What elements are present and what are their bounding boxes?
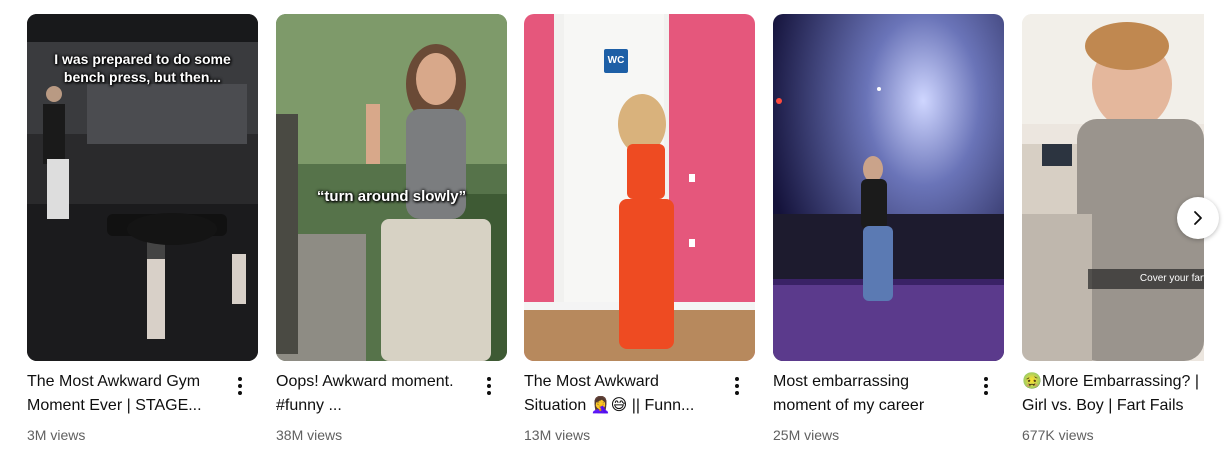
view-count: 38M views [276, 427, 343, 443]
thumbnail-image [524, 14, 755, 361]
short-title[interactable]: Oops! Awkward moment. #funny ... [276, 370, 472, 418]
thumbnail-caption: Cover your farts [1088, 269, 1204, 289]
more-vert-icon[interactable] [974, 372, 998, 400]
short-thumbnail[interactable]: WC [524, 14, 755, 361]
short-title[interactable]: The Most Awkward Situation 🤦‍♀️😅 || Funn… [524, 370, 720, 418]
short-thumbnail[interactable] [773, 14, 1004, 361]
short-card[interactable]: WC The Most Awkward Situation 🤦‍♀️😅 || F… [524, 14, 755, 450]
chevron-right-icon [1194, 211, 1202, 225]
short-card[interactable]: Most embarrassing moment of my career 25… [773, 14, 1004, 450]
view-count: 3M views [27, 427, 86, 443]
next-button[interactable] [1177, 197, 1219, 239]
more-vert-icon[interactable] [228, 372, 252, 400]
short-info: The Most Awkward Situation 🤦‍♀️😅 || Funn… [524, 370, 755, 450]
thumbnail-image [773, 14, 1004, 361]
short-info: Oops! Awkward moment. #funny ... 38M vie… [276, 370, 507, 450]
short-thumbnail[interactable]: Cover your farts [1022, 14, 1204, 361]
short-thumbnail[interactable]: “turn around slowly” [276, 14, 507, 361]
more-vert-icon[interactable] [477, 372, 501, 400]
view-count: 677K views [1022, 427, 1094, 443]
short-card[interactable]: “turn around slowly” Oops! Awkward momen… [276, 14, 507, 450]
short-info: The Most Awkward Gym Moment Ever | STAGE… [27, 370, 258, 450]
thumbnail-image [1022, 14, 1204, 361]
short-title[interactable]: Most embarrassing moment of my career [773, 370, 969, 418]
short-card[interactable]: I was prepared to do some bench press, b… [27, 14, 258, 450]
more-vert-icon[interactable] [725, 372, 749, 400]
short-card[interactable]: Cover your farts 🤢More Embarrassing? | G… [1022, 14, 1204, 450]
short-thumbnail[interactable]: I was prepared to do some bench press, b… [27, 14, 258, 361]
view-count: 25M views [773, 427, 840, 443]
short-title[interactable]: 🤢More Embarrassing? | Girl vs. Boy | Far… [1022, 370, 1204, 418]
view-count: 13M views [524, 427, 591, 443]
thumbnail-caption: I was prepared to do some bench press, b… [54, 51, 231, 85]
wc-sign: WC [604, 49, 628, 73]
short-title[interactable]: The Most Awkward Gym Moment Ever | STAGE… [27, 370, 223, 418]
short-info: 🤢More Embarrassing? | Girl vs. Boy | Far… [1022, 370, 1204, 450]
short-info: Most embarrassing moment of my career 25… [773, 370, 1004, 450]
shorts-shelf: I was prepared to do some bench press, b… [0, 0, 1229, 463]
thumbnail-caption: “turn around slowly” [316, 188, 467, 205]
